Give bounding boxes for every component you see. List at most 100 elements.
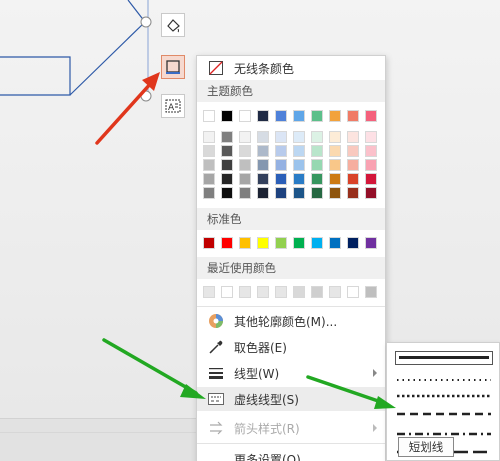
no-line-color-item[interactable]: 无线条颜色 [197, 56, 385, 80]
recent-color-swatch[interactable] [257, 286, 269, 298]
theme-tint-swatch[interactable] [203, 145, 215, 157]
theme-tint-swatch[interactable] [311, 159, 323, 171]
theme-tint-swatch[interactable] [239, 173, 251, 185]
standard-color-swatch[interactable] [203, 237, 215, 249]
theme-tint-swatch[interactable] [365, 173, 377, 185]
theme-color-swatch[interactable] [275, 110, 287, 122]
recent-color-swatch[interactable] [275, 286, 287, 298]
recent-color-swatch[interactable] [239, 286, 251, 298]
theme-tint-swatch[interactable] [293, 131, 305, 143]
resize-handle[interactable] [140, 90, 152, 102]
theme-tint-swatch[interactable] [293, 173, 305, 185]
theme-color-swatch[interactable] [257, 110, 269, 122]
more-settings-item[interactable]: 更多设置(O)... [197, 447, 385, 461]
line-type-item[interactable]: 线型(W) [197, 361, 385, 385]
standard-color-swatch[interactable] [257, 237, 269, 249]
theme-tint-swatch[interactable] [239, 159, 251, 171]
theme-tint-swatch[interactable] [347, 131, 359, 143]
resize-handle[interactable] [140, 16, 152, 28]
other-outline-colors-item[interactable]: 其他轮廓颜色(M)... [197, 309, 385, 333]
shape-style-button[interactable] [161, 13, 185, 37]
shape-outline-button[interactable] [161, 55, 185, 79]
submenu-arrow-icon [373, 369, 377, 377]
theme-tint-swatch[interactable] [203, 131, 215, 143]
theme-tint-swatch[interactable] [329, 159, 341, 171]
theme-tint-swatch[interactable] [257, 131, 269, 143]
recent-color-swatch[interactable] [293, 286, 305, 298]
theme-tint-swatch[interactable] [365, 131, 377, 143]
theme-tint-swatch[interactable] [311, 173, 323, 185]
standard-color-swatch[interactable] [221, 237, 233, 249]
theme-tint-swatch[interactable] [293, 145, 305, 157]
theme-tint-swatch[interactable] [365, 145, 377, 157]
theme-tint-swatch[interactable] [275, 131, 287, 143]
theme-tint-swatch[interactable] [203, 187, 215, 199]
theme-tint-swatch[interactable] [347, 159, 359, 171]
dash-option-round-dot[interactable] [395, 375, 493, 385]
theme-tint-swatch[interactable] [239, 131, 251, 143]
theme-tint-swatch[interactable] [311, 145, 323, 157]
standard-color-swatch[interactable] [329, 237, 341, 249]
theme-color-swatch[interactable] [239, 110, 251, 122]
recent-color-swatch[interactable] [221, 286, 233, 298]
standard-color-swatch[interactable] [275, 237, 287, 249]
dash-type-item[interactable]: 虚线线型(S) [197, 387, 385, 411]
theme-tint-swatch[interactable] [203, 159, 215, 171]
theme-tint-swatch[interactable] [311, 131, 323, 143]
theme-tint-swatch[interactable] [221, 187, 233, 199]
recent-color-swatch[interactable] [347, 286, 359, 298]
theme-tint-swatch[interactable] [275, 187, 287, 199]
no-line-color-label: 无线条颜色 [234, 61, 295, 76]
theme-tint-swatch[interactable] [293, 187, 305, 199]
theme-tint-swatch[interactable] [239, 187, 251, 199]
standard-color-swatch[interactable] [311, 237, 323, 249]
theme-tint-swatch[interactable] [221, 159, 233, 171]
theme-tint-swatch[interactable] [221, 145, 233, 157]
theme-color-swatch[interactable] [365, 110, 377, 122]
theme-tint-swatch[interactable] [257, 159, 269, 171]
recent-color-swatch[interactable] [329, 286, 341, 298]
theme-tint-swatch[interactable] [347, 173, 359, 185]
theme-tint-swatch[interactable] [275, 159, 287, 171]
theme-tint-swatch[interactable] [329, 187, 341, 199]
theme-color-swatch[interactable] [203, 110, 215, 122]
standard-color-swatch[interactable] [347, 237, 359, 249]
theme-color-swatch[interactable] [311, 110, 323, 122]
standard-color-swatch[interactable] [239, 237, 251, 249]
menu-separator [197, 443, 385, 444]
theme-tint-swatch[interactable] [311, 187, 323, 199]
theme-tint-swatch[interactable] [347, 187, 359, 199]
theme-color-swatch[interactable] [329, 110, 341, 122]
standard-color-swatch[interactable] [293, 237, 305, 249]
theme-tint-swatch[interactable] [329, 145, 341, 157]
text-box-button[interactable]: A [161, 94, 185, 118]
recent-color-swatch[interactable] [365, 286, 377, 298]
dash-option-dash[interactable] [395, 409, 493, 419]
theme-color-swatch[interactable] [221, 110, 233, 122]
dash-option-square-dot[interactable] [395, 391, 493, 401]
theme-tint-swatch[interactable] [257, 145, 269, 157]
theme-tint-swatch[interactable] [347, 145, 359, 157]
theme-tint-swatch[interactable] [293, 159, 305, 171]
eyedropper-item[interactable]: 取色器(E) [197, 335, 385, 359]
theme-tint-swatch[interactable] [329, 131, 341, 143]
theme-tint-swatch[interactable] [239, 145, 251, 157]
theme-tint-swatch[interactable] [203, 173, 215, 185]
theme-tint-swatch[interactable] [257, 173, 269, 185]
theme-tint-swatch[interactable] [221, 131, 233, 143]
theme-tint-swatch[interactable] [329, 173, 341, 185]
theme-tint-swatch[interactable] [257, 187, 269, 199]
recent-color-swatch[interactable] [203, 286, 215, 298]
dash-option-solid[interactable] [395, 351, 493, 365]
theme-tint-swatch[interactable] [221, 173, 233, 185]
no-color-icon [207, 59, 225, 77]
theme-tint-swatch[interactable] [275, 145, 287, 157]
shape-diagonal [69, 0, 146, 96]
theme-tint-swatch[interactable] [275, 173, 287, 185]
theme-color-swatch[interactable] [347, 110, 359, 122]
recent-color-swatch[interactable] [311, 286, 323, 298]
theme-color-swatch[interactable] [293, 110, 305, 122]
standard-color-swatch[interactable] [365, 237, 377, 249]
theme-tint-swatch[interactable] [365, 159, 377, 171]
theme-tint-swatch[interactable] [365, 187, 377, 199]
